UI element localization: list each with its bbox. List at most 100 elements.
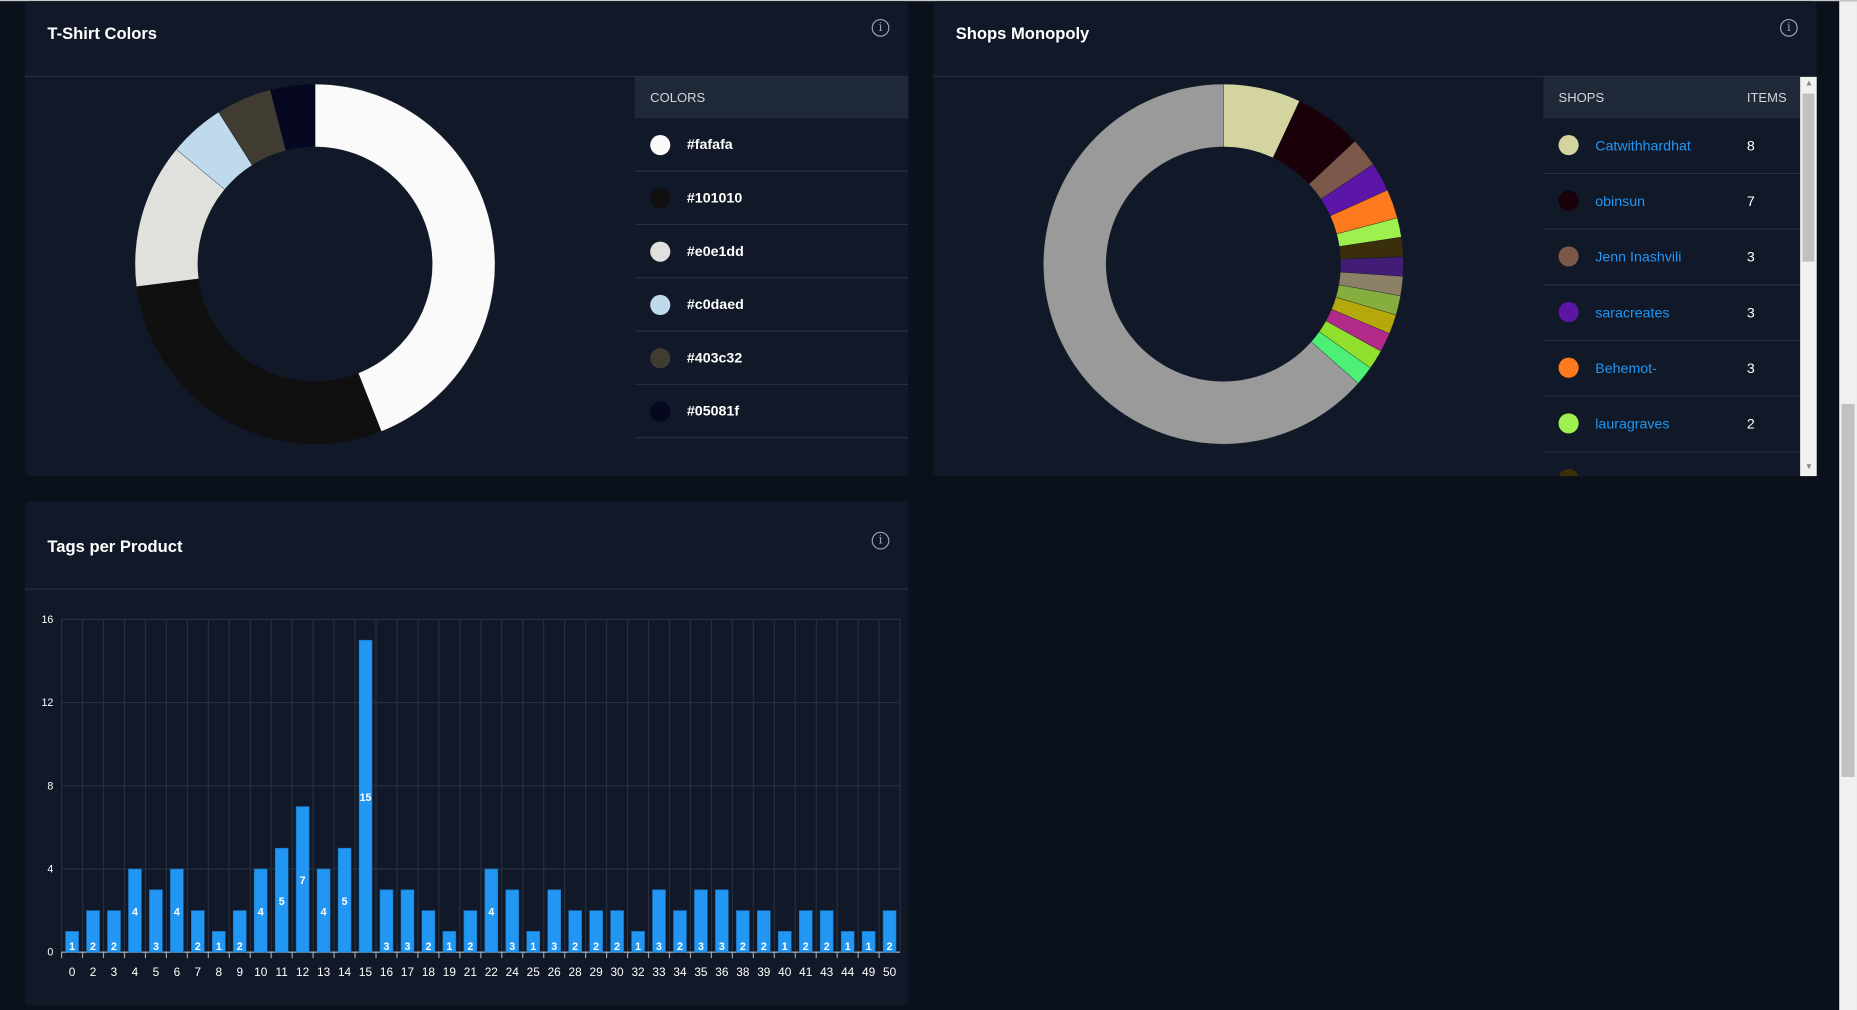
y-tick-label: 8: [47, 780, 53, 792]
tshirt-donut-chart: [134, 83, 496, 445]
bar-value-label: 4: [258, 906, 264, 918]
table-header: SHOPS ITEMS: [1543, 76, 1801, 119]
bar-value-label: 4: [488, 906, 494, 918]
legend-row: #101010: [634, 172, 909, 226]
color-label: #fafafa: [686, 136, 733, 153]
bar-value-label: 2: [803, 941, 809, 953]
bar-value-label: 2: [677, 941, 683, 953]
x-tick-label: 49: [862, 965, 876, 979]
bar-value-label: 3: [698, 941, 704, 953]
x-tick-label: 6: [174, 965, 181, 979]
legend-row: #fafafa: [634, 118, 909, 172]
color-swatch: [650, 348, 671, 369]
page-scrollbar-thumb[interactable]: [1841, 403, 1855, 777]
x-tick-label: 24: [506, 965, 520, 979]
x-tick-label: 41: [799, 965, 812, 979]
y-tick-label: 16: [41, 614, 53, 626]
color-swatch: [650, 135, 671, 156]
scrollbar-thumb[interactable]: [1802, 93, 1815, 262]
shop-link[interactable]: obinsun: [1595, 193, 1645, 210]
page-scrollbar[interactable]: [1839, 1, 1857, 1010]
bar-value-label: 2: [824, 941, 830, 953]
scroll-up-icon[interactable]: ▲: [1805, 79, 1813, 87]
bar-value-label: 3: [153, 941, 159, 953]
bar-value-label: 2: [111, 941, 117, 953]
bar-value-label: 2: [740, 941, 746, 953]
shops-donut-chart: [1043, 83, 1404, 445]
bar-value-label: 2: [614, 941, 620, 953]
x-tick-label: 50: [883, 965, 897, 979]
panel-header: Tags per Product i: [24, 501, 909, 590]
shop-row: saracreates 3: [1543, 285, 1801, 342]
bar-value-label: 3: [404, 941, 410, 953]
bar-value-label: 2: [761, 941, 767, 953]
x-tick-label: 34: [673, 965, 687, 979]
panel-header: T-Shirt Colors i: [24, 1, 909, 77]
shop-items-count: 3: [1746, 248, 1755, 266]
info-icon[interactable]: i: [1780, 18, 1798, 37]
x-tick-label: 9: [236, 965, 243, 979]
x-tick-label: 29: [590, 965, 604, 979]
table-header: COLORS: [634, 76, 909, 119]
tags-per-product-panel: Tags per Product i 0 4 8 12 16 1 0 2 2 2 3 4 4 3 5 4 6 2 7…: [24, 500, 909, 1006]
x-tick-label: 22: [485, 965, 498, 979]
shop-link[interactable]: Behemot-: [1595, 360, 1657, 377]
bar-value-label: 5: [279, 896, 285, 908]
legend-row: #403c32: [634, 332, 909, 385]
shops-header: SHOPS: [1558, 91, 1605, 106]
shop-color-swatch: [1558, 468, 1579, 477]
items-header: ITEMS: [1746, 91, 1787, 106]
color-label: #101010: [686, 189, 743, 207]
x-tick-label: 7: [195, 965, 202, 979]
shop-color-swatch: [1558, 413, 1579, 434]
shop-link[interactable]: lauragraves: [1595, 416, 1669, 433]
bar-value-label: 3: [656, 941, 662, 953]
shop-row-partial: [1543, 452, 1800, 477]
bar-value-label: 1: [69, 941, 75, 953]
shops-table: SHOPS ITEMS Catwithhardhat 8 obinsun 7 Jenn …: [1543, 76, 1801, 477]
info-icon[interactable]: i: [871, 531, 890, 550]
info-icon[interactable]: i: [871, 18, 890, 37]
bar-value-label: 5: [342, 896, 348, 908]
panel-title: Tags per Product: [47, 536, 183, 556]
panel-title: Shops Monopoly: [955, 23, 1090, 43]
shop-items-count: 7: [1746, 193, 1755, 210]
shop-items-count: 3: [1746, 360, 1755, 377]
x-tick-label: 35: [694, 965, 708, 979]
shop-link[interactable]: saracreates: [1595, 304, 1669, 321]
x-tick-label: 39: [757, 965, 771, 979]
legend-row: #05081f: [634, 385, 909, 439]
dashboard: T-Shirt Colors i COLORS #fafafa #101010 #e…: [0, 0, 1857, 1010]
bar-value-label: 2: [90, 941, 96, 953]
x-tick-label: 4: [132, 965, 139, 979]
colors-header: COLORS: [650, 91, 706, 106]
bar-value-label: 1: [216, 941, 222, 953]
x-tick-label: 32: [631, 965, 644, 979]
table-scrollbar[interactable]: ▲ ▼: [1800, 76, 1817, 477]
color-label: #c0daed: [686, 296, 744, 313]
x-tick-label: 12: [296, 965, 309, 979]
x-tick-label: 17: [401, 965, 414, 979]
scroll-down-icon[interactable]: ▼: [1805, 463, 1813, 471]
x-tick-label: 21: [464, 965, 477, 979]
x-tick-label: 44: [841, 965, 855, 979]
legend-row: #c0daed: [634, 278, 909, 332]
donut-slice[interactable]: [136, 278, 382, 445]
bar-value-label: 3: [509, 941, 515, 953]
bar-value-label: 4: [132, 906, 138, 918]
panel-header: Shops Monopoly i: [933, 1, 1817, 77]
x-tick-label: 15: [359, 965, 373, 979]
x-tick-label: 0: [69, 965, 76, 979]
bar-value-label: 2: [195, 941, 201, 953]
shop-link[interactable]: Catwithhardhat: [1595, 137, 1691, 154]
shop-link[interactable]: Jenn Inashvili: [1595, 249, 1681, 266]
legend-row: #e0e1dd: [634, 225, 909, 279]
y-tick-label: 12: [41, 697, 53, 709]
x-tick-label: 14: [338, 965, 352, 979]
x-tick-label: 2: [90, 965, 97, 979]
tags-bar-chart: 0481216102223443546271829410511712413514…: [41, 614, 901, 979]
shop-color-swatch: [1558, 301, 1579, 323]
x-tick-label: 8: [216, 965, 223, 979]
tshirt-colors-panel: T-Shirt Colors i COLORS #fafafa #101010 #e…: [24, 1, 909, 477]
x-tick-label: 25: [527, 965, 541, 979]
